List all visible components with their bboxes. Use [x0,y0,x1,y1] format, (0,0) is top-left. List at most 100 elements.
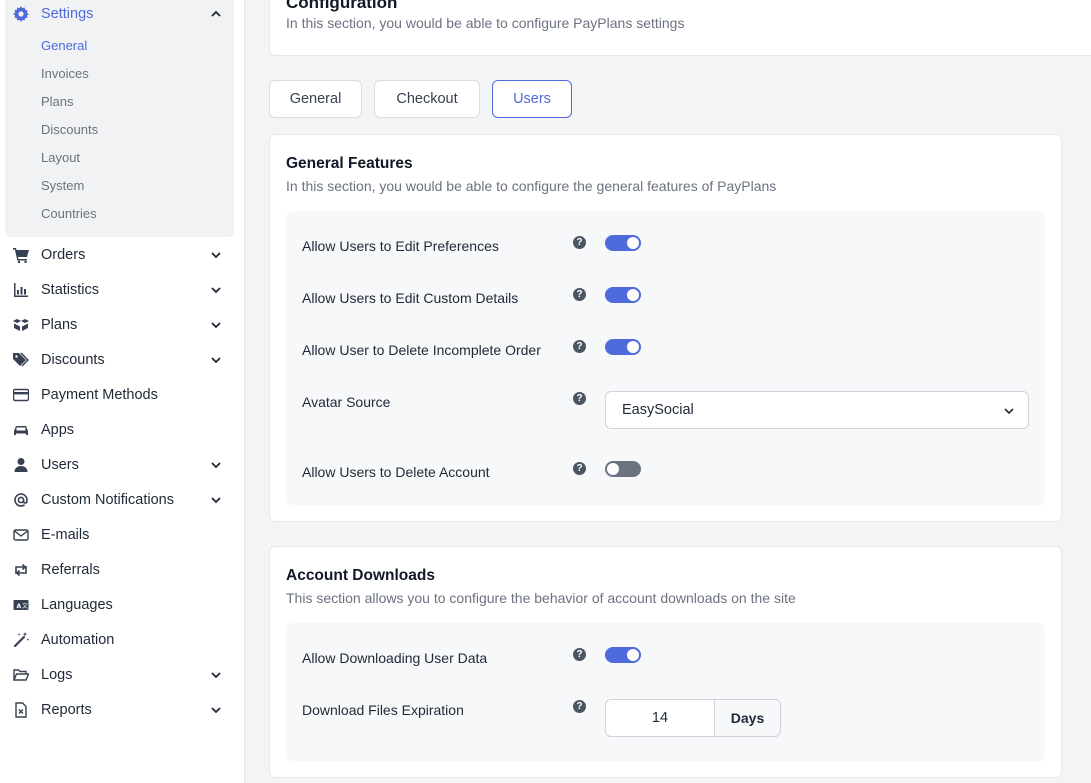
general-features-card: General Features In this section, you wo… [269,134,1062,522]
sidebar-item-label: Plans [41,316,78,333]
retweet-icon [12,561,30,579]
download-user-data-toggle[interactable] [605,647,641,663]
help-icon[interactable]: ? [573,392,586,405]
envelope-icon [12,526,30,544]
sidebar: Settings General Invoices Plans Discount… [0,0,245,783]
section-subtitle: This section allows you to configure the… [286,590,796,606]
help-icon[interactable]: ? [573,648,586,661]
sidebar-item-label: Automation [41,631,115,648]
sidebar-item-statistics[interactable]: Statistics [0,272,245,307]
sidebar-item-label: Languages [41,596,113,613]
sidebar-subitem-plans[interactable]: Plans [41,94,74,109]
chevron-down-icon [211,461,221,468]
sidebar-item-label: Statistics [41,281,100,298]
expiration-days-input[interactable] [605,699,715,737]
sidebar-item-users[interactable]: Users [0,447,245,482]
tab-general[interactable]: General [269,80,362,118]
select-value: EasySocial [622,402,694,418]
setting-label: Allow Downloading User Data [302,650,488,666]
setting-label: Allow User to Delete Incomplete Order [302,342,541,358]
sidebar-subitem-general[interactable]: General [41,38,87,53]
sidebar-subitem-countries[interactable]: Countries [41,206,97,221]
help-icon[interactable]: ? [573,700,586,713]
sidebar-item-reports[interactable]: Reports [0,692,245,727]
help-icon[interactable]: ? [573,462,586,475]
sidebar-item-languages[interactable]: A文 Languages [0,587,245,622]
at-icon [12,491,30,509]
boxes-icon [12,316,30,334]
edit-custom-details-toggle[interactable] [605,287,641,303]
folder-open-icon [12,666,30,684]
sidebar-item-custom-notifications[interactable]: Custom Notifications [0,482,245,517]
sidebar-item-label: Payment Methods [41,386,158,403]
avatar-source-select[interactable]: EasySocial [605,391,1029,429]
svg-text:A: A [17,603,22,610]
chevron-down-icon [211,706,221,713]
chevron-up-icon [211,10,221,17]
sidebar-item-label: Custom Notifications [41,491,174,508]
sidebar-item-orders[interactable]: Orders [0,237,245,272]
delete-account-toggle[interactable] [605,461,641,477]
user-icon [12,456,30,474]
sidebar-item-plans[interactable]: Plans [0,307,245,342]
section-title: General Features [286,155,413,172]
section-title: Account Downloads [286,567,435,584]
tags-icon [12,351,30,369]
setting-label: Allow Users to Delete Account [302,464,490,480]
setting-label: Avatar Source [302,394,391,410]
settings-panel: Allow Users to Edit Preferences ? Allow … [286,211,1045,505]
settings-group [5,0,234,237]
page-header-card: Configuration In this section, you would… [269,0,1091,56]
help-icon[interactable]: ? [573,236,586,249]
sidebar-item-settings[interactable]: Settings [0,0,245,31]
sidebar-item-label: E-mails [41,526,90,543]
sidebar-subitem-invoices[interactable]: Invoices [41,66,89,81]
car-icon [12,421,30,439]
help-icon[interactable]: ? [573,288,586,301]
sidebar-item-label: Apps [41,421,75,438]
chevron-down-icon [1004,408,1014,415]
sidebar-subitem-discounts[interactable]: Discounts [41,122,98,137]
sidebar-item-apps[interactable]: Apps [0,412,245,447]
svg-text:文: 文 [22,602,28,610]
sidebar-subitem-system[interactable]: System [41,178,84,193]
sidebar-item-label: Reports [41,701,92,718]
page-title: Configuration [286,0,398,12]
chevron-down-icon [211,251,221,258]
gear-icon [12,5,30,23]
sidebar-item-payment-methods[interactable]: Payment Methods [0,377,245,412]
sidebar-item-automation[interactable]: Automation [0,622,245,657]
sidebar-item-logs[interactable]: Logs [0,657,245,692]
account-downloads-card: Account Downloads This section allows yo… [269,546,1062,778]
file-report-icon [12,701,30,719]
sidebar-item-label: Logs [41,666,73,683]
setting-label: Download Files Expiration [302,702,464,718]
credit-card-icon [12,386,30,404]
sidebar-item-emails[interactable]: E-mails [0,517,245,552]
sidebar-item-referrals[interactable]: Referrals [0,552,245,587]
setting-label: Allow Users to Edit Custom Details [302,290,519,306]
sidebar-item-label: Users [41,456,79,473]
tab-checkout[interactable]: Checkout [374,80,480,118]
cart-icon [12,246,30,264]
days-addon: Days [714,699,781,737]
sidebar-item-label: Settings [41,5,94,22]
delete-incomplete-order-toggle[interactable] [605,339,641,355]
sidebar-subitem-layout[interactable]: Layout [41,150,80,165]
language-icon: A文 [12,596,30,614]
sidebar-item-label: Orders [41,246,86,263]
sidebar-item-label: Referrals [41,561,100,578]
tab-users[interactable]: Users [492,80,572,118]
edit-preferences-toggle[interactable] [605,235,641,251]
help-icon[interactable]: ? [573,340,586,353]
magic-wand-icon [12,631,30,649]
settings-panel: Allow Downloading User Data ? Download F… [286,623,1045,761]
sidebar-item-label: Discounts [41,351,105,368]
bar-chart-icon [12,281,30,299]
setting-label: Allow Users to Edit Preferences [302,238,499,254]
sidebar-item-discounts[interactable]: Discounts [0,342,245,377]
page-subtitle: In this section, you would be able to co… [286,15,685,31]
chevron-down-icon [211,671,221,678]
chevron-down-icon [211,321,221,328]
section-subtitle: In this section, you would be able to co… [286,178,777,194]
